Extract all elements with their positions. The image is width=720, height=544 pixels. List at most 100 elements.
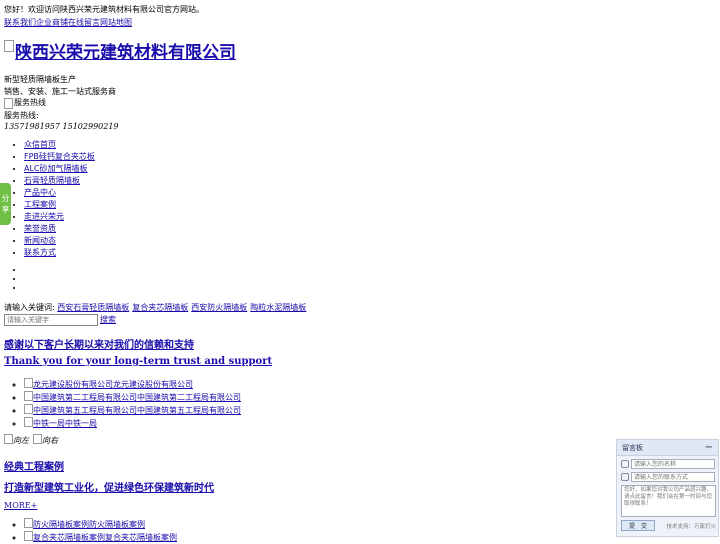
keyword-link[interactable]: 复合夹芯隔墙板 xyxy=(132,303,188,312)
case-name: 防火隔墙板案例 xyxy=(89,520,145,529)
hotline-image-alt: 服务热线 xyxy=(14,98,46,107)
keyword-link[interactable]: 陶粒水泥隔墙板 xyxy=(250,303,306,312)
client-item: 中国建筑第五工程局有限公司中国建筑第五工程局有限公司 xyxy=(24,404,241,417)
message-board-title: 留言板 xyxy=(622,443,643,452)
client-logo-icon xyxy=(24,417,33,427)
nav-link-alc[interactable]: ALC砂加气隔墙板 xyxy=(24,164,88,173)
left-arrow-icon xyxy=(4,434,13,444)
client-item: 中国建筑第二工程局有限公司中国建筑第二工程局有限公司 xyxy=(24,391,241,404)
client-item: 龙元建设股份有限公司龙元建设股份有限公司 xyxy=(24,378,241,391)
nav-link-news[interactable]: 新闻动态 xyxy=(24,236,56,245)
client-name: 中铁一局 xyxy=(65,419,97,428)
logo-image-icon xyxy=(4,39,14,52)
prev-arrow-alt: 向左 xyxy=(13,436,29,445)
name-row xyxy=(621,459,716,469)
hot-keywords: 请输入关键词: 西安石膏轻质隔墙板 复合夹芯隔墙板 西安防火隔墙板 陶粒水泥隔墙板 xyxy=(4,302,309,314)
top-link-shop[interactable]: 企业商铺 xyxy=(36,18,68,27)
client-name: 中国建筑第五工程局有限公司 xyxy=(137,406,241,415)
message-board: 留言板 − 提 交 技术支持：万家灯火 xyxy=(616,439,719,537)
top-link-contact[interactable]: 联系我们 xyxy=(4,18,36,27)
nav-link-cases[interactable]: 工程案例 xyxy=(24,200,56,209)
share-label-bottom: 享 xyxy=(1,205,10,214)
nav-link-honors[interactable]: 荣誉资质 xyxy=(24,224,56,233)
case-image-alt: 复合夹芯隔墙板案例 xyxy=(33,533,105,542)
client-name: 龙元建设股份有限公司 xyxy=(113,380,193,389)
nav-link-products[interactable]: 产品中心 xyxy=(24,188,56,197)
contact-field[interactable] xyxy=(631,472,715,482)
minimize-icon[interactable]: − xyxy=(705,442,713,453)
nav-item-news: 新闻动态 xyxy=(24,235,95,247)
name-field[interactable] xyxy=(631,459,715,469)
nav-link-about[interactable]: 走进兴荣元 xyxy=(24,212,64,221)
client-item: 中铁一局中铁一局 xyxy=(24,417,241,430)
nav-item-fpb: FPB硅钙复合夹芯板 xyxy=(24,151,95,163)
keyword-link[interactable]: 西安防火隔墙板 xyxy=(191,303,247,312)
client-name: 中国建筑第二工程局有限公司 xyxy=(137,393,241,402)
client-logo-icon xyxy=(24,378,33,388)
logo-link[interactable]: 陕西兴荣元建筑材料有限公司 xyxy=(15,38,236,63)
cases-title[interactable]: 经典工程案例 xyxy=(4,458,64,473)
share-button[interactable]: 分 享 xyxy=(0,183,11,225)
client-logo-icon xyxy=(24,391,33,401)
contact-row xyxy=(621,472,716,482)
cases-more-link[interactable]: MORE+ xyxy=(4,500,37,512)
search-button[interactable]: 搜索 xyxy=(100,314,116,326)
case-image-icon xyxy=(24,518,33,528)
slogan-line-1: 新型轻质隔墙板生产 xyxy=(4,75,76,84)
hotline-numbers: 13571981957 15102990219 xyxy=(4,122,119,131)
prev-arrow[interactable]: 向左 xyxy=(4,434,29,447)
welcome-text: 您好！欢迎访问陕西兴荣元建筑材料有限公司官方网站。 xyxy=(4,5,204,14)
client-logo-alt: 龙元建设股份有限公司 xyxy=(33,380,113,389)
share-label-top: 分 xyxy=(1,194,10,203)
message-board-footer: 提 交 技术支持：万家灯火 xyxy=(621,520,716,531)
hotline-image: 服务热线 xyxy=(4,97,46,109)
case-item: 防火隔墙板案例防火隔墙板案例 xyxy=(24,518,177,531)
nav-item-honors: 荣誉资质 xyxy=(24,223,95,235)
nav-link-fpb[interactable]: FPB硅钙复合夹芯板 xyxy=(24,152,95,161)
client-link[interactable]: 中国建筑第五工程局有限公司中国建筑第五工程局有限公司 xyxy=(24,404,241,415)
case-item: 复合夹芯隔墙板案例复合夹芯隔墙板案例 xyxy=(24,531,177,544)
tech-support-text: 技术支持：万家灯火 xyxy=(666,523,716,530)
message-field[interactable] xyxy=(621,485,716,517)
client-logo-alt: 中国建筑第五工程局有限公司 xyxy=(33,406,137,415)
right-arrow-icon xyxy=(33,434,42,444)
client-link[interactable]: 中国建筑第二工程局有限公司中国建筑第二工程局有限公司 xyxy=(24,391,241,402)
client-logo-alt: 中铁一局 xyxy=(33,419,65,428)
site-logo[interactable]: 陕西兴荣元建筑材料有限公司 xyxy=(4,38,236,63)
nav-item-contact: 联系方式 xyxy=(24,247,95,259)
client-logo-alt: 中国建筑第二工程局有限公司 xyxy=(33,393,137,402)
clients-list: 龙元建设股份有限公司龙元建设股份有限公司 中国建筑第二工程局有限公司中国建筑第二… xyxy=(24,378,241,430)
nav-item-home: 众信首页 xyxy=(24,139,95,151)
keywords-label: 请输入关键词: xyxy=(4,303,55,312)
top-links: 联系我们企业商铺在线留言网站地图 xyxy=(4,17,132,29)
phone-icon xyxy=(621,473,629,481)
next-arrow[interactable]: 向右 xyxy=(33,434,58,447)
nav-link-home[interactable]: 众信首页 xyxy=(24,140,56,149)
case-link[interactable]: 复合夹芯隔墙板案例复合夹芯隔墙板案例 xyxy=(24,531,177,542)
case-link[interactable]: 防火隔墙板案例防火隔墙板案例 xyxy=(24,518,145,529)
client-link[interactable]: 中铁一局中铁一局 xyxy=(24,417,97,428)
clients-title-cn[interactable]: 感谢以下客户长期以来对我们的信赖和支持 xyxy=(4,336,194,351)
submit-button[interactable]: 提 交 xyxy=(621,520,655,531)
message-board-header[interactable]: 留言板 − xyxy=(617,440,718,456)
client-link[interactable]: 龙元建设股份有限公司龙元建设股份有限公司 xyxy=(24,378,193,389)
nav-item-cases: 工程案例 xyxy=(24,199,95,211)
cases-subtitle[interactable]: 打造新型建筑工业化，促进绿色环保建筑新时代 xyxy=(4,479,214,494)
top-link-sitemap[interactable]: 网站地图 xyxy=(100,18,132,27)
nav-item-products: 产品中心 xyxy=(24,187,95,199)
hotline-image-icon xyxy=(4,97,13,109)
nav-link-contact[interactable]: 联系方式 xyxy=(24,248,56,257)
keyword-link[interactable]: 西安石膏轻质隔墙板 xyxy=(57,303,129,312)
next-arrow-alt: 向右 xyxy=(42,436,58,445)
search-bar: 搜索 xyxy=(4,314,116,326)
top-link-message[interactable]: 在线留言 xyxy=(68,18,100,27)
nav-item-gypsum: 石膏轻质隔墙板 xyxy=(24,175,95,187)
client-logo-icon xyxy=(24,404,33,414)
clients-title-en[interactable]: Thank you for your long-term trust and s… xyxy=(4,356,272,367)
nav-item-about: 走进兴荣元 xyxy=(24,211,95,223)
user-icon xyxy=(621,460,629,468)
slogan: 新型轻质隔墙板生产 销售、安装、施工一站式服务商 xyxy=(4,74,116,98)
nav-link-gypsum[interactable]: 石膏轻质隔墙板 xyxy=(24,176,80,185)
main-nav: 众信首页 FPB硅钙复合夹芯板 ALC砂加气隔墙板 石膏轻质隔墙板 产品中心 工… xyxy=(24,139,95,259)
search-input[interactable] xyxy=(4,314,98,326)
